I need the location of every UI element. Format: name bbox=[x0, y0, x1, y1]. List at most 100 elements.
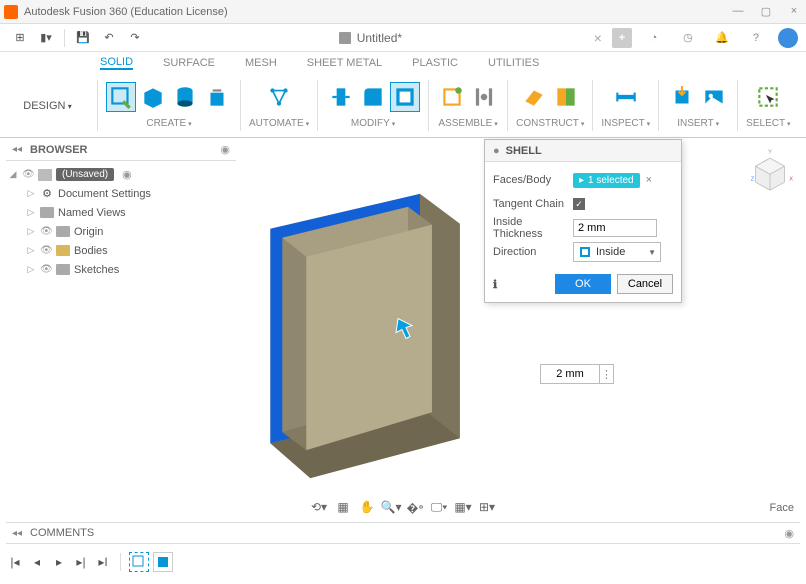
automate-label[interactable]: AUTOMATE bbox=[249, 118, 309, 129]
redo-icon[interactable]: ↷ bbox=[123, 28, 147, 48]
browser-options-icon[interactable]: ◉ bbox=[220, 143, 230, 156]
clear-selection-icon[interactable]: × bbox=[646, 174, 652, 186]
ribbon-modify: MODIFY bbox=[320, 74, 426, 137]
grid-settings-icon[interactable]: ▦▾ bbox=[452, 498, 474, 516]
float-value-input[interactable] bbox=[540, 364, 600, 384]
select-label[interactable]: SELECT bbox=[746, 118, 790, 129]
pan-icon[interactable]: ✋ bbox=[356, 498, 378, 516]
tree-item[interactable]: ▷Named Views bbox=[8, 203, 234, 222]
cancel-button[interactable]: Cancel bbox=[617, 274, 673, 294]
document-tab[interactable]: Untitled* bbox=[339, 31, 402, 45]
float-menu-icon[interactable]: ⋮ bbox=[600, 364, 614, 384]
inspect-label[interactable]: INSPECT bbox=[601, 118, 650, 129]
direction-select[interactable]: Inside ▼ bbox=[573, 242, 661, 262]
thickness-input[interactable] bbox=[573, 219, 657, 237]
browser-tree: ◢👁 (Unsaved) ◉ ▷⚙Document Settings ▷Name… bbox=[6, 161, 236, 283]
timeline-feature-extrude[interactable] bbox=[153, 552, 173, 572]
job-status-icon[interactable]: ◷ bbox=[676, 28, 700, 48]
new-tab-button[interactable]: + bbox=[612, 28, 632, 48]
timeline-end-icon[interactable]: ▸I bbox=[94, 553, 112, 571]
viewcube[interactable]: Y Z X bbox=[746, 147, 794, 195]
thickness-label: Inside Thickness bbox=[493, 216, 573, 240]
create-label[interactable]: CREATE bbox=[146, 118, 191, 129]
tangent-checkbox[interactable]: ✓ bbox=[573, 198, 585, 210]
tab-plastic[interactable]: PLASTIC bbox=[412, 57, 458, 69]
tab-sheet-metal[interactable]: SHEET METAL bbox=[307, 57, 382, 69]
notifications-icon[interactable]: 🔔 bbox=[710, 28, 734, 48]
component-icon[interactable] bbox=[437, 82, 467, 112]
box-icon[interactable] bbox=[138, 82, 168, 112]
workspace-switcher[interactable]: DESIGN bbox=[0, 74, 95, 137]
tab-solid[interactable]: SOLID bbox=[100, 56, 133, 70]
file-menu-icon[interactable]: ▮▾ bbox=[34, 28, 58, 48]
modify-label[interactable]: MODIFY bbox=[351, 118, 395, 129]
svg-text:Y: Y bbox=[768, 149, 772, 155]
tab-surface[interactable]: SURFACE bbox=[163, 57, 215, 69]
help-icon[interactable]: ? bbox=[744, 28, 768, 48]
comments-title: COMMENTS bbox=[30, 527, 784, 539]
ok-button[interactable]: OK bbox=[555, 274, 611, 294]
direction-label: Direction bbox=[493, 246, 573, 258]
extensions-icon[interactable]: ◔ bbox=[642, 28, 666, 48]
tree-item[interactable]: ▷👁Sketches bbox=[8, 260, 234, 279]
browser-title: BROWSER bbox=[30, 144, 220, 156]
user-avatar[interactable] bbox=[778, 28, 798, 48]
viewport-icon[interactable]: ⊞▾ bbox=[476, 498, 498, 516]
tree-item[interactable]: ▷👁Bodies bbox=[8, 241, 234, 260]
measure-icon[interactable] bbox=[611, 82, 641, 112]
tree-item[interactable]: ▷⚙Document Settings bbox=[8, 184, 234, 203]
insert-icon[interactable] bbox=[667, 82, 697, 112]
decal-icon[interactable] bbox=[699, 82, 729, 112]
assemble-label[interactable]: ASSEMBLE bbox=[438, 118, 497, 129]
tree-item[interactable]: ▷👁Origin bbox=[8, 222, 234, 241]
comments-options-icon[interactable]: ◉ bbox=[784, 527, 794, 540]
undo-icon[interactable]: ↶ bbox=[97, 28, 121, 48]
tree-root[interactable]: ◢👁 (Unsaved) ◉ bbox=[8, 165, 234, 184]
timeline-fwd-icon[interactable]: ▸| bbox=[72, 553, 90, 571]
save-icon[interactable]: 💾 bbox=[71, 28, 95, 48]
presspull-icon[interactable] bbox=[326, 82, 356, 112]
select-icon[interactable] bbox=[753, 82, 783, 112]
zoom-icon[interactable]: 🔍▾ bbox=[380, 498, 402, 516]
svg-text:X: X bbox=[789, 177, 793, 183]
document-icon bbox=[339, 32, 351, 44]
timeline-feature-sketch[interactable] bbox=[129, 552, 149, 572]
plane-icon[interactable] bbox=[519, 82, 549, 112]
collapse-icon[interactable]: ◂◂ bbox=[12, 144, 22, 155]
tab-utilities[interactable]: UTILITIES bbox=[488, 57, 539, 69]
display-icon[interactable]: 🖵▾ bbox=[428, 498, 450, 516]
timeline-start-icon[interactable]: |◂ bbox=[6, 553, 24, 571]
joint-icon[interactable] bbox=[469, 82, 499, 112]
tab-mesh[interactable]: MESH bbox=[245, 57, 277, 69]
info-icon[interactable]: ℹ bbox=[493, 278, 497, 291]
comments-collapse-icon[interactable]: ◂◂ bbox=[12, 528, 22, 539]
grid-icon[interactable]: ⊞ bbox=[8, 28, 32, 48]
lookat-icon[interactable]: ▦ bbox=[332, 498, 354, 516]
automate-icon[interactable] bbox=[264, 82, 294, 112]
dialog-header[interactable]: ●SHELL bbox=[485, 140, 681, 162]
ribbon-inspect: INSPECT bbox=[595, 74, 656, 137]
maximize-button[interactable]: ▢ bbox=[758, 5, 774, 18]
view-toolbar: ⟲▾ ▦ ✋ 🔍▾ �॰ 🖵▾ ▦▾ ⊞▾ bbox=[306, 496, 500, 518]
fit-icon[interactable]: �॰ bbox=[404, 498, 426, 516]
floating-dimension: ⋮ bbox=[540, 364, 614, 384]
orbit-icon[interactable]: ⟲▾ bbox=[308, 498, 330, 516]
shell-icon[interactable] bbox=[390, 82, 420, 112]
close-button[interactable]: × bbox=[786, 5, 802, 18]
cylinder-icon[interactable] bbox=[170, 82, 200, 112]
selection-badge[interactable]: ▸ 1 selected bbox=[573, 173, 640, 188]
construct-label[interactable]: CONSTRUCT bbox=[516, 118, 584, 129]
sketch-icon[interactable] bbox=[106, 82, 136, 112]
timeline-play-icon[interactable]: ▸ bbox=[50, 553, 68, 571]
extrude-icon[interactable] bbox=[202, 82, 232, 112]
fillet-icon[interactable] bbox=[358, 82, 388, 112]
insert-label[interactable]: INSERT bbox=[677, 118, 719, 129]
dialog-title: SHELL bbox=[506, 145, 542, 157]
minimize-button[interactable]: — bbox=[730, 5, 746, 18]
app-title: Autodesk Fusion 360 (Education License) bbox=[24, 6, 730, 18]
axis-icon[interactable] bbox=[551, 82, 581, 112]
tab-close-icon[interactable]: × bbox=[594, 30, 602, 46]
timeline-back-icon[interactable]: ◂ bbox=[28, 553, 46, 571]
browser-header[interactable]: ◂◂ BROWSER ◉ bbox=[6, 139, 236, 161]
comments-bar[interactable]: ◂◂ COMMENTS ◉ bbox=[6, 522, 800, 544]
